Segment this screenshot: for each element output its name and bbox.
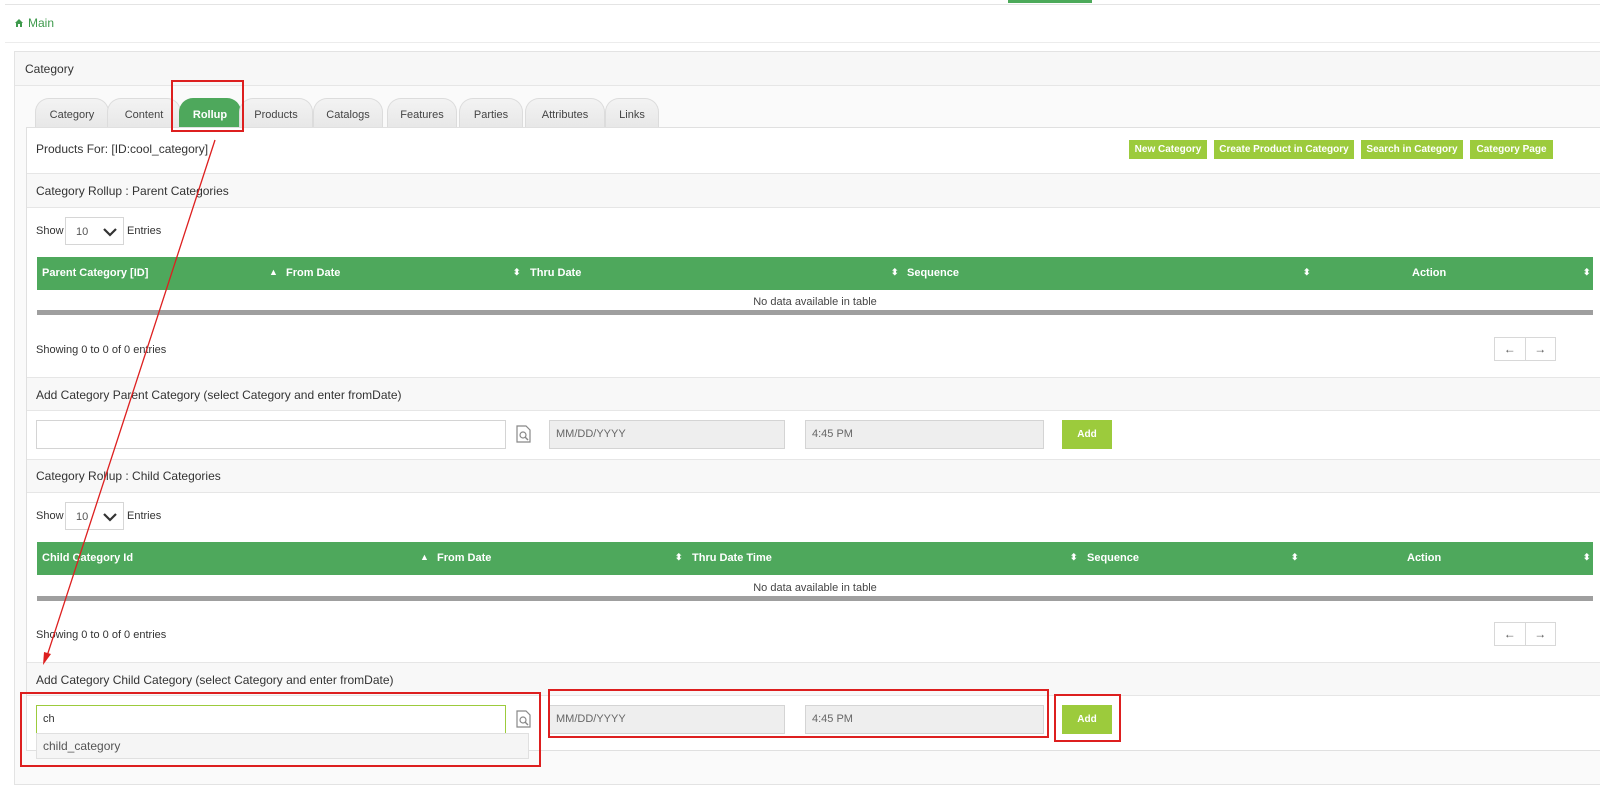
sort-icon[interactable]: ⬍ <box>675 552 683 563</box>
next-page-button[interactable]: → <box>1524 623 1556 645</box>
category-header: Category <box>15 52 1600 86</box>
top-active-indicator <box>1008 0 1092 3</box>
breadcrumb-divider <box>5 42 1600 43</box>
parent-category-input[interactable] <box>36 420 506 449</box>
child-table-header: Child Category Id ▲ From Date ⬍ Thru Dat… <box>37 542 1593 575</box>
entries-select[interactable]: 10 <box>65 502 124 530</box>
child-showing-info: Showing 0 to 0 of 0 entries <box>36 629 167 641</box>
child-from-time-input[interactable]: 4:45 PM <box>805 705 1044 734</box>
parent-table-empty: No data available in table <box>37 290 1593 315</box>
top-border <box>5 4 1600 5</box>
parent-add-button[interactable]: Add <box>1062 420 1112 449</box>
show-label: Show <box>36 510 64 522</box>
column-header[interactable]: Parent Category [ID] <box>42 267 148 279</box>
sort-icon[interactable]: ⬍ <box>1070 552 1078 563</box>
search-in-category-button[interactable]: Search in Category <box>1361 140 1463 159</box>
lookup-icon[interactable] <box>514 424 534 444</box>
sort-icon[interactable]: ⬍ <box>1291 552 1299 563</box>
sort-icon[interactable]: ▲ <box>269 267 278 277</box>
child-add-title: Add Category Child Category (select Cate… <box>36 673 394 687</box>
sort-icon[interactable]: ⬍ <box>1303 267 1311 278</box>
column-header[interactable]: Sequence <box>1087 552 1139 564</box>
column-header[interactable]: Thru Date Time <box>692 552 772 564</box>
parent-section-title: Category Rollup : Parent Categories <box>36 184 229 198</box>
products-for-label: Products For: [ID:cool_category] <box>36 142 209 156</box>
breadcrumb[interactable]: Main <box>14 16 54 30</box>
new-category-button[interactable]: New Category <box>1129 140 1207 159</box>
autocomplete-suggestion[interactable]: child_category <box>36 733 529 759</box>
category-container: Category Category Content Rollup Product… <box>14 51 1600 785</box>
child-section-header <box>27 460 1600 492</box>
parent-pager: ← → <box>1494 337 1556 361</box>
parent-showing-info: Showing 0 to 0 of 0 entries <box>36 344 167 356</box>
parent-table-header: Parent Category [ID] ▲ From Date ⬍ Thru … <box>37 257 1593 290</box>
suggestion-text[interactable]: child_category <box>43 739 120 753</box>
divider <box>27 695 1600 696</box>
parent-from-date-input[interactable]: MM/DD/YYYY <box>549 420 785 449</box>
section-title: Category <box>25 62 74 76</box>
child-table-empty: No data available in table <box>37 576 1593 601</box>
parent-from-time-input[interactable]: 4:45 PM <box>805 420 1044 449</box>
divider <box>27 207 1600 208</box>
breadcrumb-main[interactable]: Main <box>28 16 54 30</box>
rollup-panel: Products For: [ID:cool_category] New Cat… <box>26 127 1600 751</box>
entries-value: 10 <box>76 226 89 238</box>
column-header[interactable]: Action <box>1407 552 1441 564</box>
prev-page-button[interactable]: ← <box>1495 623 1525 645</box>
column-header[interactable]: Child Category Id <box>42 552 133 564</box>
child-section-title: Category Rollup : Child Categories <box>36 469 221 483</box>
sort-icon[interactable]: ▲ <box>420 552 429 562</box>
show-label: Show <box>36 225 64 237</box>
parent-section-header <box>27 174 1600 207</box>
divider <box>27 410 1600 411</box>
child-from-date-input[interactable]: MM/DD/YYYY <box>549 705 785 734</box>
category-page-button[interactable]: Category Page <box>1470 140 1553 159</box>
next-page-button[interactable]: → <box>1524 338 1556 360</box>
entries-value: 10 <box>76 511 89 523</box>
child-add-button[interactable]: Add <box>1062 705 1112 734</box>
create-product-button[interactable]: Create Product in Category <box>1214 140 1354 159</box>
chevron-down-icon <box>103 228 117 237</box>
parent-add-title: Add Category Parent Category (select Cat… <box>36 388 402 402</box>
prev-page-button[interactable]: ← <box>1495 338 1525 360</box>
lookup-icon[interactable] <box>514 709 534 729</box>
column-header[interactable]: Sequence <box>907 267 959 279</box>
child-pager: ← → <box>1494 622 1556 646</box>
divider <box>27 492 1600 493</box>
child-category-input[interactable]: ch <box>36 705 506 734</box>
page: Main Category Category Content Rollup Pr… <box>0 0 1600 785</box>
sort-icon[interactable]: ⬍ <box>1583 267 1591 278</box>
column-header[interactable]: From Date <box>286 267 340 279</box>
entries-label: Entries <box>127 225 162 237</box>
column-header[interactable]: Action <box>1412 267 1446 279</box>
column-header[interactable]: From Date <box>437 552 491 564</box>
column-header[interactable]: Thru Date <box>530 267 581 279</box>
chevron-down-icon <box>103 513 117 522</box>
sort-icon[interactable]: ⬍ <box>1583 552 1591 563</box>
entries-label: Entries <box>127 510 162 522</box>
entries-select[interactable]: 10 <box>65 217 124 245</box>
sort-icon[interactable]: ⬍ <box>513 267 521 278</box>
sort-icon[interactable]: ⬍ <box>891 267 899 278</box>
home-icon <box>15 19 23 27</box>
